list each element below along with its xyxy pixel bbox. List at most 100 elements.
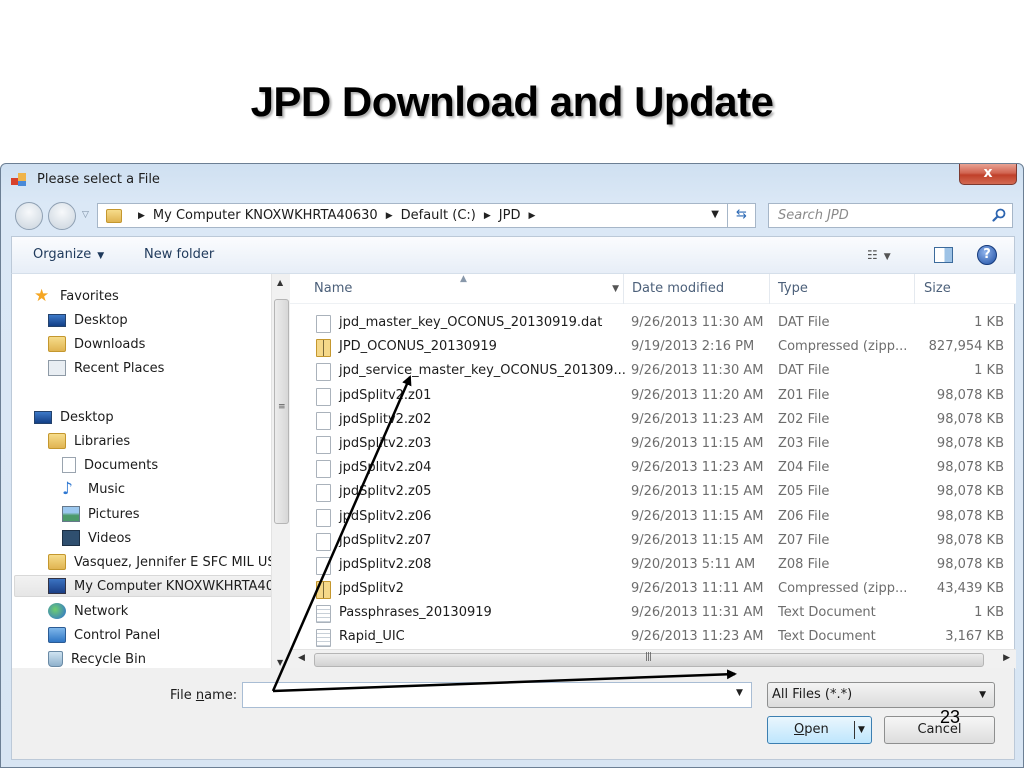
forward-button[interactable] [48, 202, 76, 230]
documents-icon [62, 457, 76, 473]
scroll-down-icon[interactable]: ▼ [277, 658, 283, 667]
scrollbar-thumb[interactable]: ≡ [274, 299, 289, 524]
nav-documents[interactable]: Documents [62, 454, 158, 476]
nav-item-label: Music [88, 481, 125, 497]
nav-music[interactable]: ♪ Music [62, 478, 125, 500]
file-name: jpdSplitv2.z02 [339, 411, 432, 427]
nav-control-panel[interactable]: Control Panel [48, 624, 160, 646]
search-icon[interactable] [992, 208, 1006, 222]
chevron-down-icon[interactable]: ▼ [612, 274, 619, 304]
breadcrumb-my-computer[interactable]: My Computer KNOXWKHRTA40630 [153, 208, 378, 223]
scroll-right-icon[interactable]: ▶ [1003, 653, 1010, 663]
nav-pictures[interactable]: Pictures [62, 503, 139, 525]
file-date: 9/26/2013 11:20 AM [631, 387, 764, 403]
open-button[interactable]: Open ▼ [767, 716, 872, 744]
file-list-hscrollbar[interactable]: ◀ ||| ▶ [290, 649, 1016, 669]
file-row[interactable]: Passphrases_20130919 9/26/2013 11:31 AM Te… [290, 602, 1016, 626]
file-date: 9/26/2013 11:23 AM [631, 411, 764, 427]
file-row[interactable]: Rapid_UIC 9/26/2013 11:23 AM Text Document… [290, 626, 1016, 650]
file-type: Z04 File [778, 460, 830, 476]
scrollbar-thumb[interactable]: ||| [314, 652, 984, 667]
chevron-down-icon: ▼ [979, 690, 986, 700]
file-row[interactable]: JPD_OCONUS_20130919 9/19/2013 2:16 PM Comp… [290, 336, 1016, 360]
search-input[interactable] [769, 204, 979, 227]
file-name-dropdown-icon[interactable]: ▼ [736, 688, 743, 698]
address-bar[interactable]: ▶ My Computer KNOXWKHRTA40630 ▶ Default … [97, 203, 756, 228]
nav-videos[interactable]: Videos [62, 527, 131, 549]
help-icon[interactable]: ? [977, 245, 997, 265]
column-header-date[interactable]: Date modified [624, 274, 770, 304]
recent-pages-dropdown[interactable]: ▽ [82, 210, 89, 220]
file-row[interactable]: jpdSplitv2.z07 9/26/2013 11:15 AM Z07 File… [290, 530, 1016, 554]
nav-libraries[interactable]: Libraries [48, 430, 130, 452]
file-row[interactable]: jpdSplitv2 9/26/2013 11:11 AM Compressed (… [290, 578, 1016, 602]
file-row[interactable]: jpdSplitv2.z06 9/26/2013 11:15 AM Z06 File… [290, 506, 1016, 530]
organize-button[interactable]: Organize ▼ [33, 247, 104, 262]
file-name: jpd_service_master_key_OCONUS_201309... [339, 363, 626, 379]
organize-label: Organize [33, 247, 92, 262]
file-row[interactable]: jpdSplitv2.z04 9/26/2013 11:23 AM Z04 File… [290, 457, 1016, 481]
downloads-folder-icon [48, 336, 66, 352]
file-type-filter[interactable]: All Files (*.*) ▼ [767, 682, 995, 708]
file-icon [316, 411, 331, 430]
new-folder-button[interactable]: New folder [144, 247, 214, 262]
file-row[interactable]: jpdSplitv2.z02 9/26/2013 11:23 AM Z02 File… [290, 409, 1016, 433]
nav-user-folder[interactable]: Vasquez, Jennifer E SFC MIL US [48, 551, 276, 573]
libraries-icon [48, 433, 66, 449]
dialog-titlebar[interactable]: Please select a File x [1, 164, 1023, 196]
file-icon [316, 484, 331, 503]
nav-item-label: Control Panel [74, 627, 161, 643]
nav-favorites[interactable]: ★ Favorites [34, 285, 119, 307]
search-box[interactable] [768, 203, 1013, 228]
pictures-icon [62, 506, 80, 522]
preview-pane-icon[interactable] [934, 247, 953, 263]
file-icon [316, 556, 331, 575]
breadcrumb-separator-icon[interactable]: ▶ [386, 211, 393, 221]
file-date: 9/20/2013 5:11 AM [631, 556, 756, 572]
open-options-dropdown-icon[interactable]: ▼ [858, 717, 865, 743]
scroll-left-icon[interactable]: ◀ [298, 653, 305, 663]
slide-page-number: 23 [940, 707, 961, 727]
file-name-input[interactable] [242, 682, 752, 708]
file-icon [316, 508, 331, 527]
nav-item-label: Vasquez, Jennifer E SFC MIL US [74, 554, 276, 570]
back-button[interactable] [15, 202, 43, 230]
file-row[interactable]: jpdSplitv2.z08 9/20/2013 5:11 AM Z08 File 9… [290, 554, 1016, 578]
column-header-size[interactable]: Size [915, 274, 1016, 304]
close-button[interactable]: x [959, 164, 1017, 185]
computer-icon [48, 578, 66, 594]
file-size: 98,078 KB [936, 460, 1004, 476]
file-row[interactable]: jpd_service_master_key_OCONUS_201309... 9… [290, 360, 1016, 384]
nav-pane-scrollbar[interactable]: ▲ ≡ ▼ [271, 274, 290, 669]
breadcrumb-separator-icon[interactable]: ▶ [138, 211, 145, 221]
column-header-type[interactable]: Type [770, 274, 915, 304]
breadcrumb-separator-icon[interactable]: ▶ [528, 211, 535, 221]
nav-downloads[interactable]: Downloads [48, 333, 145, 355]
file-row[interactable]: jpdSplitv2.z05 9/26/2013 11:15 AM Z05 File… [290, 481, 1016, 505]
zip-folder-icon [316, 581, 331, 600]
nav-desktop[interactable]: Desktop [34, 406, 114, 428]
file-row[interactable]: jpdSplitv2.z03 9/26/2013 11:15 AM Z03 File… [290, 433, 1016, 457]
breadcrumb-drive-c[interactable]: Default (C:) [401, 208, 476, 223]
address-history-dropdown[interactable]: ▼ [711, 209, 719, 220]
column-header-name[interactable]: ▲ Name ▼ [290, 274, 624, 304]
nav-favorites-desktop[interactable]: Desktop [48, 309, 128, 331]
nav-network[interactable]: Network [48, 600, 128, 622]
view-options-button[interactable]: ☷ ▼ [867, 248, 891, 262]
nav-my-computer[interactable]: My Computer KNOXWKHRTA40630 [14, 575, 290, 597]
file-size: 98,078 KB [936, 484, 1004, 500]
scroll-up-icon[interactable]: ▲ [277, 278, 283, 287]
chevron-down-icon: ▼ [883, 252, 891, 262]
star-icon: ★ [34, 286, 50, 306]
user-folder-icon [48, 554, 66, 570]
file-type-filter-value: All Files (*.*) [772, 687, 853, 702]
nav-recycle-bin[interactable]: Recycle Bin [48, 648, 146, 669]
file-row[interactable]: jpd_master_key_OCONUS_20130919.dat 9/26/2… [290, 312, 1016, 336]
navigation-pane: ★ Favorites Desktop Downloads Recent Pla… [12, 274, 290, 669]
breadcrumb-separator-icon[interactable]: ▶ [484, 211, 491, 221]
breadcrumb-jpd[interactable]: JPD [499, 208, 521, 223]
refresh-icon[interactable]: ⇆ [727, 204, 755, 227]
nav-recent-places[interactable]: Recent Places [48, 357, 164, 379]
file-row[interactable]: jpdSplitv2.z01 9/26/2013 11:20 AM Z01 File… [290, 385, 1016, 409]
file-type: Text Document [778, 605, 876, 621]
